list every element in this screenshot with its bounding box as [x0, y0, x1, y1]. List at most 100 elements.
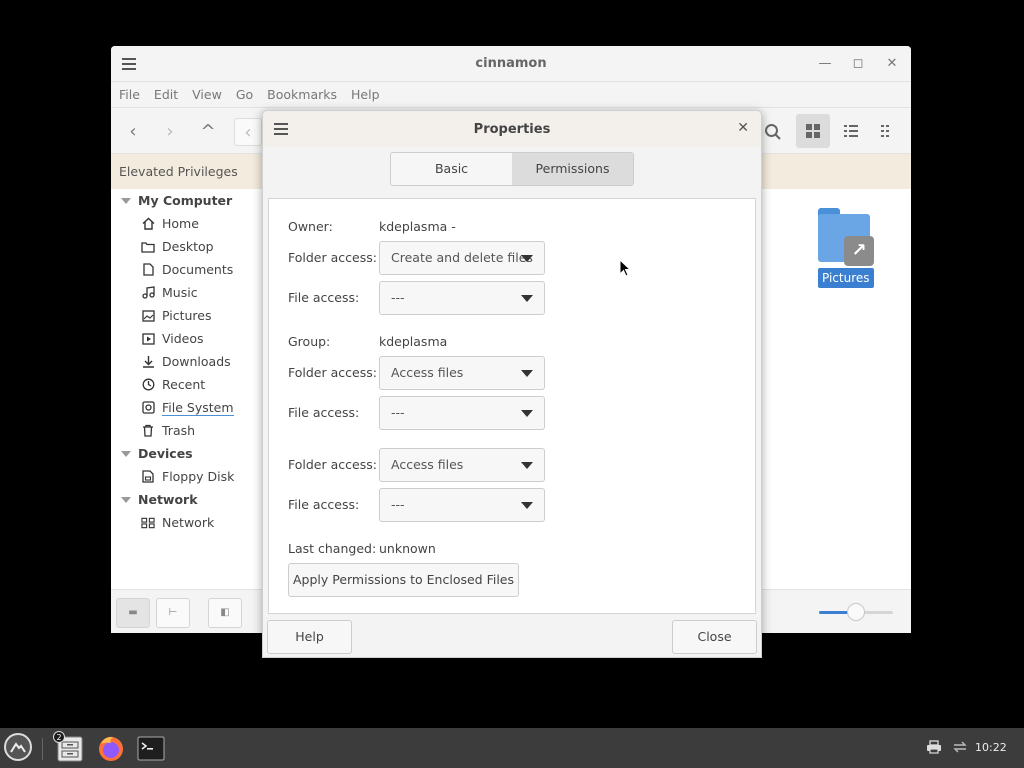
mouse-cursor-icon — [619, 259, 631, 277]
taskbar-terminal-icon[interactable] — [135, 732, 167, 764]
icon-view-icon[interactable] — [796, 114, 830, 148]
taskbar-separator — [42, 738, 43, 760]
owner-folder-access-label: Folder access: — [288, 250, 377, 265]
path-bar-back-icon[interactable]: ‹ — [234, 118, 262, 146]
menu-bookmarks[interactable]: Bookmarks — [267, 87, 337, 102]
search-icon[interactable] — [759, 118, 787, 146]
network-icon — [141, 516, 155, 530]
video-icon — [141, 332, 155, 346]
last-changed-label: Last changed: — [288, 541, 377, 556]
dialog-tabs: Basic Permissions — [390, 152, 634, 186]
dropdown-arrow-icon — [521, 295, 533, 302]
compact-view-icon[interactable] — [871, 114, 905, 148]
menu-view[interactable]: View — [192, 87, 222, 102]
dropdown-arrow-icon — [521, 370, 533, 377]
menu-help[interactable]: Help — [351, 87, 380, 102]
show-places-icon[interactable]: ▬ — [116, 598, 150, 628]
sidebar-header-network[interactable]: Network — [111, 488, 261, 511]
zoom-slider-handle[interactable] — [847, 603, 865, 621]
sidebar-header-devices[interactable]: Devices — [111, 442, 261, 465]
taskbar: 2 10:22 — [0, 728, 1024, 768]
close-button[interactable]: Close — [672, 620, 757, 654]
file-manager-titlebar: cinnamon — ◻ ✕ — [111, 46, 911, 82]
menu-go[interactable]: Go — [236, 87, 253, 102]
group-file-access-select[interactable]: --- — [379, 396, 545, 430]
sidebar-header-my-computer[interactable]: My Computer — [111, 189, 261, 212]
owner-file-access-select[interactable]: --- — [379, 281, 545, 315]
sidebar-item-pictures[interactable]: Pictures — [111, 304, 261, 327]
folder-link-icon: ↗ — [818, 208, 874, 266]
group-label: Group: — [288, 334, 331, 349]
download-icon — [141, 355, 155, 369]
sidebar: My Computer Home Desktop Documents Music… — [111, 189, 261, 589]
group-file-access-label: File access: — [288, 405, 360, 420]
maximize-icon[interactable]: ◻ — [850, 56, 866, 72]
menu-file[interactable]: File — [119, 87, 140, 102]
sidebar-item-documents[interactable]: Documents — [111, 258, 261, 281]
network-status-icon[interactable] — [952, 740, 968, 758]
others-folder-access-select[interactable]: Access files — [379, 448, 545, 482]
apply-permissions-button[interactable]: Apply Permissions to Enclosed Files — [288, 563, 519, 597]
clock-icon — [141, 378, 155, 392]
sidebar-item-file-system[interactable]: File System — [111, 396, 261, 419]
up-icon[interactable]: ^ — [194, 118, 222, 146]
expander-icon — [121, 496, 131, 503]
dialog-title: Properties — [473, 122, 551, 137]
show-treeview-icon[interactable]: ⊢ — [156, 598, 190, 628]
back-icon[interactable]: ‹ — [119, 118, 147, 146]
picture-icon — [141, 309, 155, 323]
expander-icon — [121, 197, 131, 204]
others-file-access-label: File access: — [288, 497, 360, 512]
others-file-access-select[interactable]: --- — [379, 488, 545, 522]
sidebar-item-trash[interactable]: Trash — [111, 419, 261, 442]
content-item-pictures[interactable]: ↗ Pictures — [818, 208, 874, 288]
tab-basic[interactable]: Basic — [391, 153, 512, 185]
start-menu-icon[interactable] — [4, 733, 32, 761]
sidebar-item-recent[interactable]: Recent — [111, 373, 261, 396]
sidebar-item-floppy-disk[interactable]: Floppy Disk — [111, 465, 261, 488]
clock[interactable]: 10:22 — [975, 741, 1007, 754]
group-folder-access-select[interactable]: Access files — [379, 356, 545, 390]
forward-icon[interactable]: › — [156, 118, 184, 146]
window-title: cinnamon — [475, 56, 547, 71]
group-value: kdeplasma — [379, 334, 448, 349]
help-button[interactable]: Help — [267, 620, 352, 654]
close-icon[interactable]: ✕ — [884, 56, 900, 72]
window-count-badge: 2 — [53, 731, 65, 743]
sidebar-item-network[interactable]: Network — [111, 511, 261, 534]
trash-icon — [141, 424, 155, 438]
dropdown-arrow-icon — [521, 255, 533, 262]
dialog-close-icon[interactable]: ✕ — [737, 120, 749, 136]
folder-icon — [141, 240, 155, 254]
sidebar-item-videos[interactable]: Videos — [111, 327, 261, 350]
hide-sidebar-icon[interactable]: ◧ — [208, 598, 242, 628]
sidebar-item-downloads[interactable]: Downloads — [111, 350, 261, 373]
dialog-titlebar: Properties ✕ — [263, 111, 761, 147]
sidebar-item-desktop[interactable]: Desktop — [111, 235, 261, 258]
dropdown-arrow-icon — [521, 462, 533, 469]
content-item-label: Pictures — [818, 268, 874, 288]
document-icon — [141, 263, 155, 277]
drive-icon — [141, 401, 155, 415]
tab-permissions[interactable]: Permissions — [512, 153, 633, 185]
sidebar-item-home[interactable]: Home — [111, 212, 261, 235]
properties-dialog: Properties ✕ Basic Permissions Owner: kd… — [262, 110, 762, 658]
home-icon — [141, 217, 155, 231]
owner-file-access-label: File access: — [288, 290, 360, 305]
floppy-icon — [141, 470, 155, 484]
group-folder-access-label: Folder access: — [288, 365, 377, 380]
list-view-icon[interactable] — [834, 114, 868, 148]
expander-icon — [121, 450, 131, 457]
last-changed-value: unknown — [379, 541, 436, 556]
printer-icon[interactable] — [926, 740, 942, 758]
music-icon — [141, 286, 155, 300]
others-folder-access-label: Folder access: — [288, 457, 377, 472]
owner-label: Owner: — [288, 219, 333, 234]
taskbar-firefox-icon[interactable] — [95, 732, 127, 764]
sidebar-item-music[interactable]: Music — [111, 281, 261, 304]
dropdown-arrow-icon — [521, 410, 533, 417]
menu-edit[interactable]: Edit — [154, 87, 178, 102]
owner-folder-access-select[interactable]: Create and delete files — [379, 241, 545, 275]
minimize-icon[interactable]: — — [817, 56, 833, 72]
menubar: File Edit View Go Bookmarks Help — [111, 82, 911, 108]
